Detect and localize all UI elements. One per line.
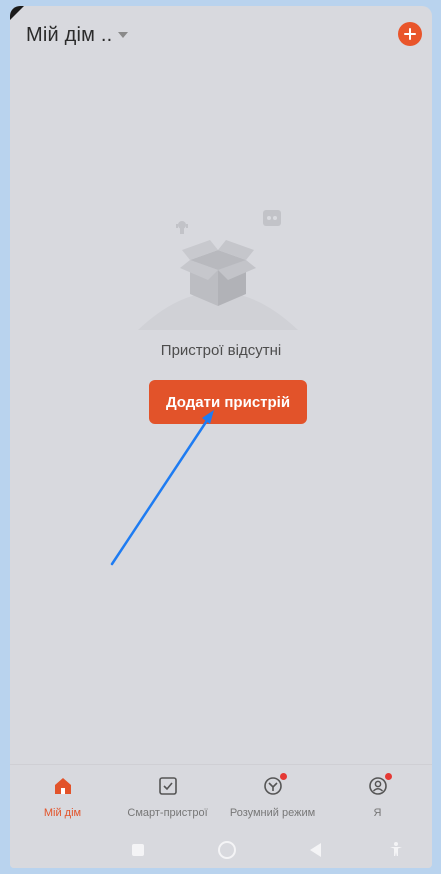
home-circle-icon[interactable]: [218, 841, 236, 859]
nav-label-smart-devices: Смарт-пристрої: [127, 807, 208, 819]
app-screen: Мій дім .. Пристрої відсутні Додати прис…: [10, 6, 432, 868]
bottom-navigation: Мій дім Смарт-пристрої Розумний режим Я: [10, 764, 432, 831]
nav-label-my-home: Мій дім: [43, 807, 82, 819]
annotation-arrow: [110, 410, 214, 566]
empty-box-icon: [138, 210, 298, 330]
home-selector[interactable]: Мій дім ..: [26, 24, 112, 47]
recent-apps-icon[interactable]: [132, 844, 144, 856]
device-frame: Мій дім .. Пристрої відсутні Додати прис…: [0, 0, 441, 874]
nav-label-smart-mode: Розумний режим: [229, 807, 316, 819]
chevron-down-icon[interactable]: [118, 32, 128, 38]
notification-badge: [385, 773, 392, 780]
system-navigation-bar: [10, 830, 432, 868]
nav-item-me[interactable]: Я: [325, 765, 430, 831]
back-triangle-icon[interactable]: [310, 843, 321, 857]
nav-item-smart-mode[interactable]: Розумний режим: [220, 765, 325, 831]
plus-circle-icon[interactable]: [398, 22, 422, 46]
nav-item-my-home[interactable]: Мій дім: [10, 765, 115, 831]
accessibility-icon[interactable]: [388, 841, 404, 857]
checkbox-icon: [159, 777, 177, 795]
notification-badge: [280, 773, 287, 780]
home-icon: [55, 778, 71, 794]
empty-state-message: Пристрої відсутні: [160, 342, 282, 359]
nav-label-me: Я: [373, 807, 382, 819]
nav-item-smart-devices[interactable]: Смарт-пристрої: [115, 765, 220, 831]
app-header: Мій дім ..: [10, 6, 432, 66]
